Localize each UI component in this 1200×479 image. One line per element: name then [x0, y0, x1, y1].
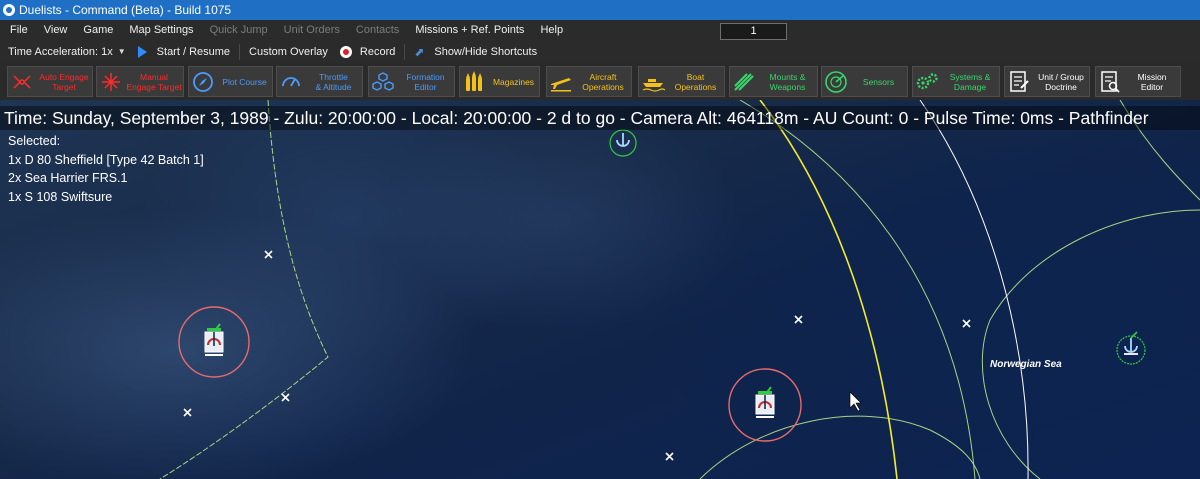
boat-operations-button[interactable]: Boat Operations — [638, 66, 725, 97]
chevron-down-icon: ▼ — [117, 47, 126, 56]
menu-unit-orders[interactable]: Unit Orders — [276, 20, 348, 41]
time-acceleration-label: Time Acceleration: 1x — [8, 46, 113, 58]
menu-view[interactable]: View — [36, 20, 76, 41]
menu-file[interactable]: File — [0, 20, 36, 41]
command-bar: Auto Engage Target Manual Engage Target … — [0, 63, 1200, 100]
plot-course-button[interactable]: Plot Course — [188, 66, 273, 97]
tactical-map[interactable]: Time: Sunday, September 3, 1989 - Zulu: … — [0, 100, 1200, 479]
selected-units-panel: Selected: 1x D 80 Sheffield [Type 42 Bat… — [8, 132, 204, 206]
shortcuts-icon: ⬈ — [414, 45, 425, 59]
menu-help[interactable]: Help — [532, 20, 571, 41]
show-hide-shortcuts-label: Show/Hide Shortcuts — [434, 46, 538, 58]
formation-editor-label: Formation Editor — [406, 71, 445, 92]
mouse-cursor-icon — [849, 391, 862, 412]
magazines-label: Magazines — [492, 76, 535, 87]
play-icon — [137, 46, 147, 58]
gauge-icon — [277, 69, 305, 95]
reference-point-markers — [183, 250, 971, 461]
selected-heading: Selected: — [8, 134, 61, 148]
selected-unit-item: 1x D 80 Sheffield [Type 42 Batch 1] — [8, 152, 204, 167]
unit-contact-right[interactable] — [1116, 331, 1146, 365]
doctrine-button[interactable]: Unit / Group Doctrine — [1004, 66, 1090, 97]
plot-course-label: Plot Course — [222, 76, 267, 87]
selected-unit-item: 1x S 108 Swiftsure — [8, 189, 113, 204]
auto-engage-icon — [8, 69, 36, 95]
pulse-field[interactable]: 1 — [720, 23, 787, 40]
window-title: Duelists - Command (Beta) - Build 1075 — [19, 3, 232, 17]
formation-editor-button[interactable]: Formation Editor — [368, 66, 455, 97]
app-icon — [3, 4, 15, 16]
manual-engage-label: Manual Engage Target — [126, 71, 182, 92]
toolbar-divider — [404, 44, 406, 60]
mission-editor-icon — [1096, 69, 1124, 95]
start-resume-label: Start / Resume — [156, 46, 231, 58]
throttle-altitude-label: Throttle & Altitude — [315, 71, 352, 92]
mounts-weapons-label: Mounts & Weapons — [769, 71, 806, 92]
weapons-icon — [730, 69, 758, 95]
record-label: Record — [359, 46, 396, 58]
gears-icon — [913, 69, 941, 95]
range-ring — [759, 100, 898, 479]
toolbar: Time Acceleration: 1x ▼ Start / Resume C… — [0, 41, 1200, 63]
compass-icon — [189, 69, 217, 95]
menu-contacts[interactable]: Contacts — [348, 20, 407, 41]
toolbar-divider — [239, 44, 241, 60]
selected-unit-item: 2x Sea Harrier FRS.1 — [8, 171, 128, 185]
aircraft-operations-label: Aircraft Operations — [582, 71, 624, 92]
record-icon — [339, 46, 352, 58]
systems-damage-label: Systems & Damage — [949, 71, 991, 92]
manual-engage-icon — [97, 69, 125, 95]
mission-editor-button[interactable]: Mission Editor — [1095, 66, 1181, 97]
region-label: Norwegian Sea — [990, 359, 1062, 370]
auto-engage-label: Auto Engage Target — [39, 71, 89, 92]
status-line: Time: Sunday, September 3, 1989 - Zulu: … — [0, 106, 1200, 130]
throttle-altitude-button[interactable]: Throttle & Altitude — [276, 66, 363, 97]
doctrine-icon — [1005, 69, 1033, 95]
menu-quick-jump[interactable]: Quick Jump — [202, 20, 276, 41]
hexagons-icon — [369, 69, 397, 95]
range-ring — [699, 415, 981, 479]
unit-sheffield[interactable] — [178, 306, 250, 378]
unit-swiftsure[interactable] — [728, 368, 802, 442]
mission-editor-label: Mission Editor — [1137, 71, 1167, 92]
mounts-weapons-button[interactable]: Mounts & Weapons — [729, 66, 818, 97]
doctrine-label: Unit / Group Doctrine — [1038, 71, 1084, 92]
aircraft-icon — [547, 69, 575, 95]
custom-overlay-button[interactable]: Custom Overlay — [243, 41, 334, 63]
show-hide-shortcuts-button[interactable]: ⬈ Show/Hide Shortcuts — [408, 41, 543, 63]
manual-engage-button[interactable]: Manual Engage Target — [96, 66, 184, 97]
menu-bar: File View Game Map Settings Quick Jump U… — [0, 20, 1200, 41]
auto-engage-button[interactable]: Auto Engage Target — [7, 66, 93, 97]
menu-missions[interactable]: Missions + Ref. Points — [407, 20, 532, 41]
magazines-button[interactable]: Magazines — [459, 66, 540, 97]
radar-icon — [822, 69, 850, 95]
unit-contact-top[interactable] — [609, 129, 637, 157]
record-button[interactable]: Record — [334, 41, 401, 63]
sensors-label: Sensors — [862, 76, 895, 87]
app-window: Duelists - Command (Beta) - Build 1075 F… — [0, 0, 1200, 479]
boat-icon — [639, 69, 667, 95]
systems-damage-button[interactable]: Systems & Damage — [912, 66, 1000, 97]
title-bar: Duelists - Command (Beta) - Build 1075 — [0, 0, 1200, 20]
boat-operations-label: Boat Operations — [674, 71, 717, 92]
time-acceleration-dropdown[interactable]: Time Acceleration: 1x ▼ — [0, 41, 132, 63]
range-ring — [981, 209, 1200, 479]
ammo-icon — [460, 69, 488, 95]
aircraft-operations-button[interactable]: Aircraft Operations — [546, 66, 632, 97]
menu-game[interactable]: Game — [75, 20, 121, 41]
start-resume-button[interactable]: Start / Resume — [132, 41, 236, 63]
menu-map-settings[interactable]: Map Settings — [121, 20, 201, 41]
sensors-button[interactable]: Sensors — [821, 66, 908, 97]
